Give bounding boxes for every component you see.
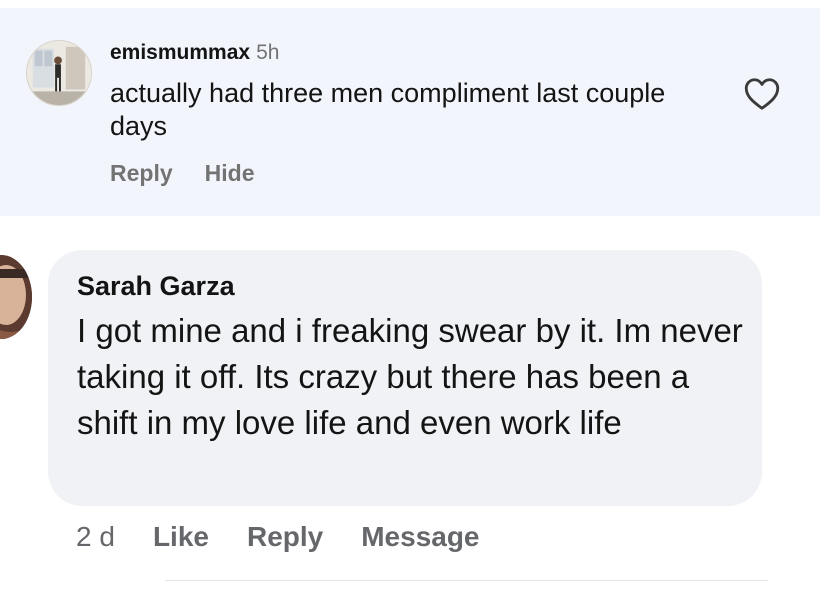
hide-button[interactable]: Hide — [205, 160, 255, 186]
comment-author[interactable]: Sarah Garza — [77, 269, 235, 303]
reply-button[interactable]: Reply — [110, 160, 173, 186]
heart-outline-icon[interactable] — [744, 77, 780, 111]
comment-actions: Reply Hide — [110, 160, 286, 187]
message-button[interactable]: Message — [361, 521, 479, 552]
avatar[interactable] — [26, 40, 92, 106]
divider — [165, 580, 768, 581]
comment-text: I got mine and i freaking swear by it. I… — [77, 312, 743, 441]
avatar-photo — [27, 41, 91, 105]
avatar[interactable] — [0, 255, 32, 339]
comment-header: emismummax 5h — [110, 41, 279, 65]
comment-age: 2 d — [76, 521, 115, 552]
timestamp: 5h — [256, 41, 280, 64]
username[interactable]: emismummax — [110, 41, 250, 64]
avatar-photo — [0, 255, 32, 339]
comment-text: actually had three men compliment last c… — [110, 78, 666, 141]
highlighted-comment: emismummax 5h actually had three men comp… — [0, 8, 820, 216]
reply-button[interactable]: Reply — [247, 521, 323, 552]
like-button[interactable]: Like — [153, 521, 209, 552]
comment-actions: 2 d Like Reply Message — [76, 519, 518, 555]
